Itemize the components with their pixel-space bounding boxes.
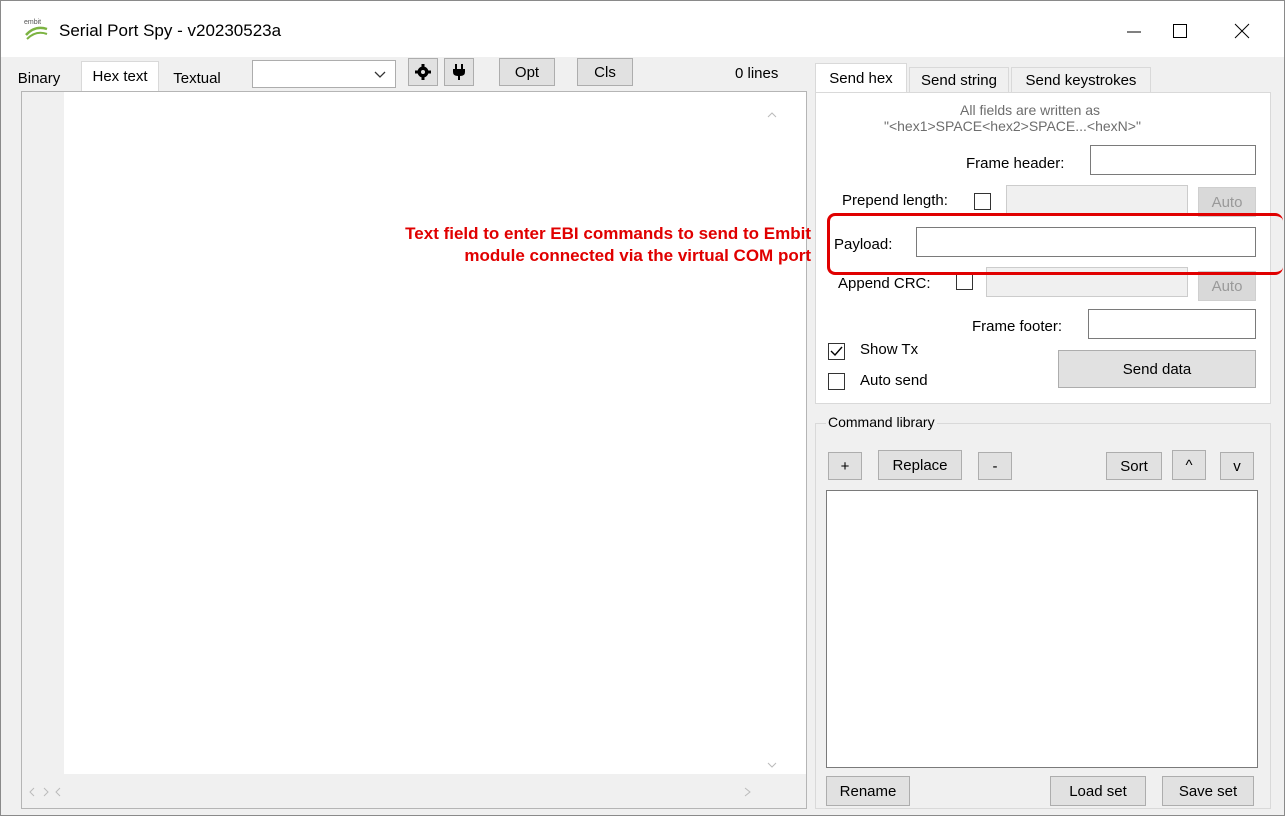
show-tx-checkbox[interactable] [828, 343, 845, 360]
app-logo: embit [23, 15, 49, 41]
cls-button[interactable]: Cls [577, 58, 633, 86]
chevron-down-icon [374, 71, 386, 78]
maximize-button[interactable] [1157, 11, 1203, 51]
window-title: Serial Port Spy - v20230523a [59, 21, 282, 40]
frame-footer-input[interactable] [1088, 309, 1256, 339]
append-crc-checkbox[interactable] [956, 273, 973, 290]
checkmark-icon [830, 346, 843, 357]
opt-button[interactable]: Opt [499, 58, 555, 86]
gear-icon [415, 64, 431, 80]
save-set-button[interactable]: Save set [1162, 776, 1254, 806]
bottom-scrollbar[interactable] [22, 774, 806, 808]
prepend-length-input[interactable] [1006, 185, 1188, 215]
scroll-right-icon[interactable] [742, 786, 754, 798]
close-button[interactable] [1219, 11, 1265, 51]
gutter-scroll-arrows-icon[interactable] [28, 786, 62, 798]
move-down-button[interactable]: v [1220, 452, 1254, 480]
connect-button[interactable] [444, 58, 474, 86]
plug-icon [453, 64, 465, 80]
scroll-up-icon[interactable] [766, 110, 778, 120]
rename-command-button[interactable]: Rename [826, 776, 910, 806]
annotation-text: Text field to enter EBI commands to send… [405, 224, 811, 265]
add-command-button[interactable]: + [828, 452, 862, 480]
tab-hex-text[interactable]: Hex text [81, 61, 159, 91]
prepend-length-label: Prepend length: [842, 192, 948, 209]
frame-header-input[interactable] [1090, 145, 1256, 175]
move-up-button[interactable]: ^ [1172, 450, 1206, 480]
hint-line-1: All fields are written as [960, 102, 1101, 118]
auto-send-label: Auto send [860, 372, 928, 389]
replace-command-button[interactable]: Replace [878, 450, 962, 480]
frame-footer-label: Frame footer: [972, 318, 1063, 335]
title-bar: embit Serial Port Spy - v20230523a [1, 1, 1284, 57]
tab-send-hex[interactable]: Send hex [815, 63, 907, 93]
command-list[interactable] [826, 490, 1258, 768]
send-data-button[interactable]: Send data [1058, 350, 1256, 388]
prepend-length-checkbox[interactable] [974, 193, 991, 210]
append-crc-label: Append CRC: [838, 275, 931, 292]
scroll-down-icon[interactable] [766, 760, 778, 770]
tab-send-string[interactable]: Send string [909, 67, 1009, 93]
tab-send-keystrokes[interactable]: Send keystrokes [1011, 67, 1151, 93]
svg-text:embit: embit [24, 19, 41, 26]
minimize-button[interactable] [1111, 11, 1157, 51]
frame-header-label: Frame header: [966, 155, 1065, 172]
command-library-title: Command library [826, 414, 937, 430]
settings-button[interactable] [408, 58, 438, 86]
maximize-icon [1173, 24, 1187, 38]
load-set-button[interactable]: Load set [1050, 776, 1146, 806]
minimize-icon [1127, 31, 1141, 33]
close-icon [1234, 23, 1250, 39]
annotation-highlight-box [827, 213, 1283, 275]
hex-text-view[interactable] [21, 91, 807, 809]
lines-count: 0 lines [735, 65, 779, 82]
command-library-group: Command library + Replace - Sort ^ v Ren… [815, 414, 1271, 809]
crc-auto-button[interactable]: Auto [1198, 271, 1256, 301]
hint-line-2: "<hex1>SPACE<hex2>SPACE...<hexN>" [884, 118, 1141, 134]
remove-command-button[interactable]: - [978, 452, 1012, 480]
sort-commands-button[interactable]: Sort [1106, 452, 1162, 480]
app-window: embit Serial Port Spy - v20230523a Binar… [0, 0, 1285, 816]
port-select[interactable] [252, 60, 396, 88]
tab-binary[interactable]: Binary [15, 65, 63, 91]
auto-send-checkbox[interactable] [828, 373, 845, 390]
show-tx-label: Show Tx [860, 341, 919, 358]
line-gutter [22, 92, 64, 792]
tab-textual[interactable]: Textual [161, 65, 233, 91]
